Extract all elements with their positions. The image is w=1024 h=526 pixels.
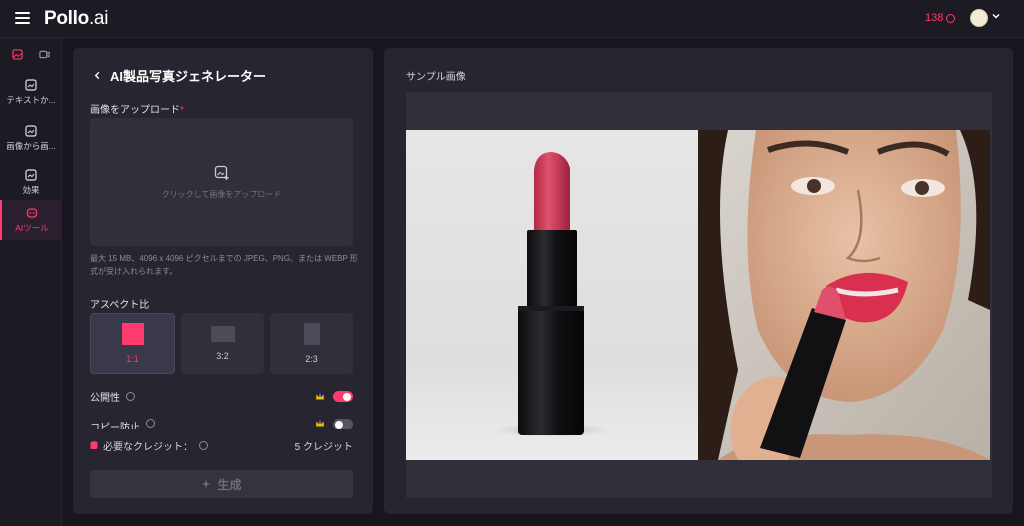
required-credits-label: 必要なクレジット：	[103, 442, 193, 453]
back-button[interactable]: AI製品写真ジェネレーター	[93, 66, 266, 85]
video-icon	[39, 50, 50, 58]
model-applying-lipstick-image	[698, 130, 990, 460]
generate-label: 生成	[217, 477, 242, 492]
aspect-label: 1:1	[126, 354, 139, 364]
lipstick-product-image	[492, 152, 612, 437]
copy-protect-row: コピー防止	[90, 419, 353, 429]
effects-icon	[25, 168, 37, 181]
image-mode-tab[interactable]	[4, 44, 31, 64]
mode-switch	[4, 44, 58, 64]
video-mode-tab[interactable]	[31, 44, 58, 64]
aspect-label: 2:3	[305, 354, 318, 364]
image-icon	[12, 48, 23, 60]
aspect-label: 3:2	[216, 351, 229, 361]
brand-logo[interactable]: Pollo.ai	[44, 8, 108, 30]
avatar[interactable]	[970, 9, 988, 27]
crown-icon	[316, 393, 324, 400]
aspect-option-1-1[interactable]: 1:1	[90, 313, 175, 374]
credit-balance[interactable]: 138	[925, 12, 956, 24]
sparkle-icon	[201, 479, 211, 489]
ai-tools-icon	[26, 207, 38, 218]
chevron-left-icon	[94, 71, 100, 80]
sample-panel: サンプル画像	[384, 48, 1013, 514]
aspect-ratio-options: 1:1 3:2 2:3	[90, 313, 353, 374]
generator-form-panel: AI製品写真ジェネレーター 画像をアップロード* クリックして画像をアップロード…	[73, 48, 373, 514]
public-row: 公開性	[90, 389, 353, 404]
coin-icon	[946, 13, 956, 23]
aspect-ratio-label: アスペクト比	[90, 300, 150, 311]
top-bar: Pollo.ai 138	[0, 0, 1024, 38]
copy-protect-label: コピー防止	[90, 423, 140, 429]
sidebar-item-effects[interactable]: 効果	[0, 162, 62, 202]
image-plus-icon	[25, 78, 37, 91]
sidebar-item-label: 画像から画...	[6, 140, 56, 151]
sample-image-after	[698, 130, 990, 460]
generate-button[interactable]: 生成	[90, 470, 353, 498]
sidebar-item-text-to-image[interactable]: テキストか...	[0, 72, 62, 112]
aspect-option-2-3[interactable]: 2:3	[270, 313, 353, 374]
required-credits-row: 必要なクレジット： 5 クレジット	[90, 438, 353, 453]
sidebar-item-label: 効果	[22, 184, 40, 195]
sidebar-item-label: AIツール	[15, 222, 49, 233]
public-toggle[interactable]	[333, 391, 353, 402]
info-icon[interactable]	[199, 441, 208, 450]
upload-label: 画像をアップロード*	[90, 105, 184, 116]
landscape-shape-icon	[210, 326, 235, 342]
menu-icon[interactable]	[15, 12, 30, 24]
page-title: AI製品写真ジェネレーター	[110, 69, 267, 84]
upload-prompt: クリックして画像をアップロード	[161, 189, 282, 199]
image-edit-icon	[25, 124, 37, 137]
required-credits-value: 5 クレジット	[294, 442, 353, 453]
sample-image-frame	[406, 92, 992, 498]
aspect-option-3-2[interactable]: 3:2	[181, 313, 264, 374]
credit-count: 138	[925, 12, 944, 24]
sample-title: サンプル画像	[406, 72, 466, 83]
square-shape-icon	[121, 323, 144, 345]
info-icon[interactable]	[146, 419, 155, 428]
public-label: 公開性	[90, 393, 120, 404]
image-upload-icon	[214, 165, 229, 180]
upload-hint: 最大 15 MB、4096 x 4096 ピクセルまでの JPEG、PNG、また…	[90, 254, 358, 276]
image-upload-dropzone[interactable]: クリックして画像をアップロード	[90, 118, 353, 246]
sidebar-item-label: テキストか...	[6, 94, 56, 105]
credits-icon	[90, 441, 98, 449]
sidebar-item-ai-tools[interactable]: AIツール	[0, 200, 62, 240]
portrait-shape-icon	[303, 323, 320, 345]
sample-image-before	[406, 130, 698, 460]
crown-icon	[316, 420, 324, 427]
chevron-down-icon[interactable]	[991, 11, 1001, 21]
info-icon[interactable]	[126, 392, 135, 401]
sidebar: テキストか... 画像から画... 効果 AIツール	[0, 38, 62, 526]
sidebar-item-image-to-image[interactable]: 画像から画...	[0, 118, 62, 158]
copy-protect-toggle[interactable]	[333, 419, 353, 429]
